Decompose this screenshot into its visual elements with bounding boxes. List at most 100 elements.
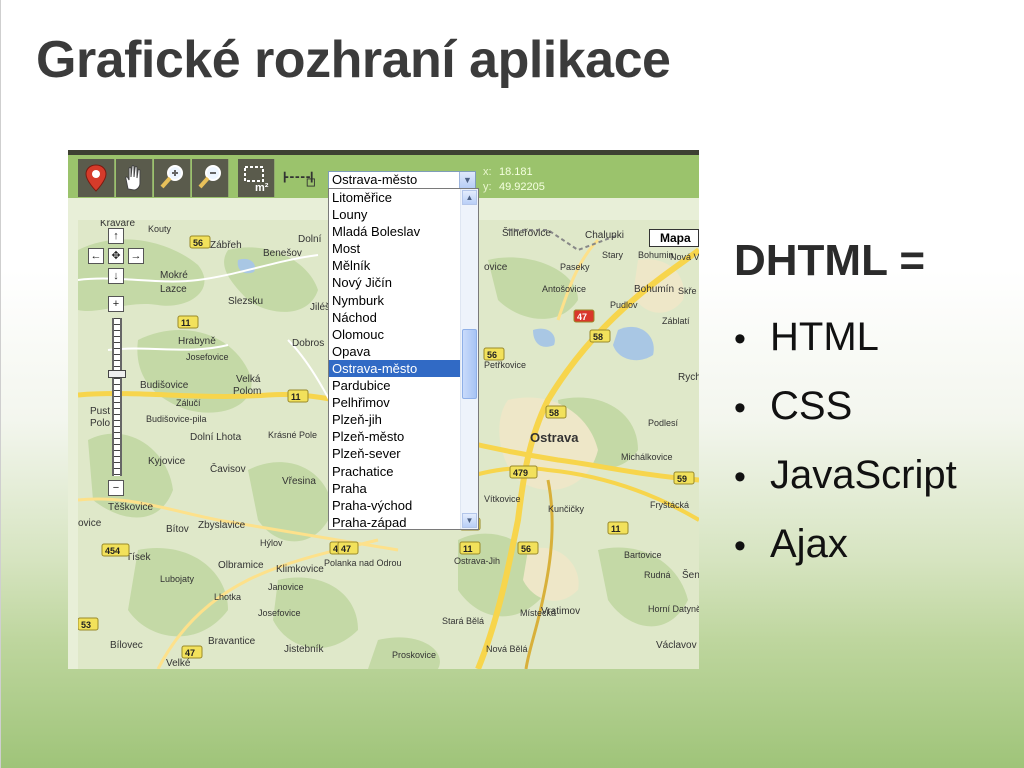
map-place-label: Proskovice — [392, 650, 436, 660]
map-place-label: Vřesina — [282, 476, 316, 487]
dropdown-option[interactable]: Pardubice — [329, 377, 460, 394]
road-number-badge: 56 — [483, 347, 505, 361]
map-place-label: Benešov — [263, 248, 302, 259]
map-place-label: Velká — [236, 374, 261, 385]
chevron-down-icon[interactable]: ▼ — [459, 172, 475, 188]
pan-down-button[interactable]: ↓ — [108, 268, 124, 284]
city-dropdown-list[interactable]: Litoměřice Louny Mladá Boleslav Most Mělník N… — [328, 188, 479, 530]
zoom-in-icon — [160, 165, 183, 189]
map-place-label: Fryštácká — [650, 500, 689, 510]
map-place-label: Místecká — [520, 608, 556, 618]
scroll-down-icon[interactable]: ▼ — [462, 513, 477, 528]
select-area-tool[interactable]: m² — [238, 159, 275, 197]
dropdown-option[interactable]: Praha-východ — [329, 497, 460, 514]
dropdown-scrollbar[interactable]: ▲ ▼ — [460, 189, 478, 529]
pan-right-button[interactable]: → — [128, 248, 144, 264]
map-place-label: Krásné Pole — [268, 430, 317, 440]
dropdown-option[interactable]: Olomouc — [329, 326, 460, 343]
svg-text:58: 58 — [593, 332, 603, 342]
svg-text:47: 47 — [185, 648, 195, 658]
dropdown-option[interactable]: Prachatice — [329, 463, 460, 480]
dropdown-option[interactable]: Pelhřimov — [329, 394, 460, 411]
dropdown-option[interactable]: Plzeň-sever — [329, 445, 460, 462]
map-place-label: Janovice — [268, 582, 304, 592]
dropdown-option[interactable]: Louny — [329, 206, 460, 223]
city-select[interactable]: Ostrava-město ▼ — [328, 171, 476, 189]
map-place-label: Jistebník — [284, 644, 324, 655]
map-place-label: Šilheřovice — [502, 226, 551, 239]
select-area-icon: m² — [244, 166, 269, 193]
technology-list: HTML CSS JavaScript Ajax — [734, 304, 957, 580]
road-number-badge: 58 — [545, 405, 567, 419]
dropdown-option[interactable]: Mladá Boleslav — [329, 223, 460, 240]
svg-text:11: 11 — [291, 392, 301, 402]
zoom-out-tool[interactable] — [192, 159, 229, 197]
pan-left-button[interactable]: ← — [88, 248, 104, 264]
road-number-badge: 56 — [189, 235, 211, 249]
map-place-label: Chalupki — [585, 230, 624, 241]
road-number-badge: 47 — [337, 541, 359, 555]
dropdown-option[interactable]: Praha — [329, 480, 460, 497]
y-coord-label: y: — [483, 181, 492, 193]
map-place-label: Josefovice — [186, 352, 229, 362]
dropdown-options: Litoměřice Louny Mladá Boleslav Most Mělník N… — [329, 189, 478, 529]
zoom-in-tool[interactable] — [154, 159, 191, 197]
dropdown-option[interactable]: Mělník — [329, 257, 460, 274]
map-place-label: Stará Bělá — [442, 616, 484, 626]
map-place-label: Budišovice-pila — [146, 414, 207, 424]
zoom-out-button[interactable]: − — [108, 480, 124, 496]
map-place-label: Petřkovice — [484, 360, 526, 370]
map-place-label: Václavov — [656, 640, 697, 651]
dropdown-option[interactable]: Opava — [329, 343, 460, 360]
dropdown-option[interactable]: Nymburk — [329, 292, 460, 309]
dropdown-option[interactable]: Most — [329, 240, 460, 257]
map-place-label: Bartovice — [624, 550, 662, 560]
x-coord-label: x: — [483, 166, 492, 178]
measure-tool[interactable] — [282, 159, 318, 197]
dropdown-option[interactable]: Praha-západ — [329, 514, 460, 529]
map-place-label: Tísek — [126, 552, 151, 563]
map-place-label: Stary — [602, 250, 624, 260]
scroll-up-icon[interactable]: ▲ — [462, 190, 477, 205]
map-place-label: Bílovec — [110, 640, 143, 651]
map-place-label: Vítkovice — [484, 494, 521, 504]
pan-up-button[interactable]: ↑ — [108, 228, 124, 244]
map-pin-tool[interactable] — [78, 159, 115, 197]
city-select-value: Ostrava-město — [332, 172, 418, 187]
pan-hand-tool[interactable] — [116, 159, 153, 197]
map-place-label: Lazce — [160, 284, 187, 295]
zoom-out-icon — [198, 165, 221, 189]
dropdown-option[interactable]: Litoměřice — [329, 189, 460, 206]
map-place-label: Bohumin — [638, 250, 674, 260]
zoom-in-button[interactable]: + — [108, 296, 124, 312]
hand-icon — [125, 165, 141, 191]
scroll-thumb[interactable] — [462, 329, 477, 399]
map-place-label: Ostrava — [530, 430, 579, 445]
pan-center-button[interactable]: ✥ — [108, 248, 124, 264]
svg-text:53: 53 — [81, 620, 91, 630]
map-type-button[interactable]: Mapa — [649, 229, 699, 247]
bullet-item: Ajax — [734, 511, 957, 580]
slide-title: Grafické rozhraní aplikace — [36, 31, 671, 89]
map-place-label: Pust — [90, 406, 110, 417]
dropdown-option[interactable]: Nový Jičín — [329, 274, 460, 291]
map-pin-icon — [85, 164, 107, 192]
road-number-badge: 11 — [287, 389, 309, 403]
map-place-label: Hrabyně — [178, 336, 216, 347]
dropdown-option[interactable]: Ostrava-město — [329, 359, 460, 378]
map-place-label: Pudlov — [610, 300, 638, 310]
map-place-label: Čavisov — [210, 462, 246, 475]
x-coord-value: 18.181 — [499, 166, 533, 178]
dropdown-option[interactable]: Náchod — [329, 309, 460, 326]
road-number-badge: 47 — [181, 645, 203, 659]
map-place-label: ovice — [78, 518, 102, 529]
map-place-label: Bravantice — [208, 636, 256, 647]
y-coord-value: 49.92205 — [499, 181, 545, 193]
road-number-badge: 454 — [101, 543, 130, 557]
zoom-slider-thumb[interactable] — [108, 370, 126, 378]
dropdown-option[interactable]: Plzeň-město — [329, 428, 460, 445]
zoom-slider-track[interactable] — [112, 318, 122, 476]
map-place-label: ovice — [484, 262, 508, 273]
dropdown-option[interactable]: Plzeň-jih — [329, 411, 460, 428]
map-place-label: Klimkovice — [276, 564, 324, 575]
